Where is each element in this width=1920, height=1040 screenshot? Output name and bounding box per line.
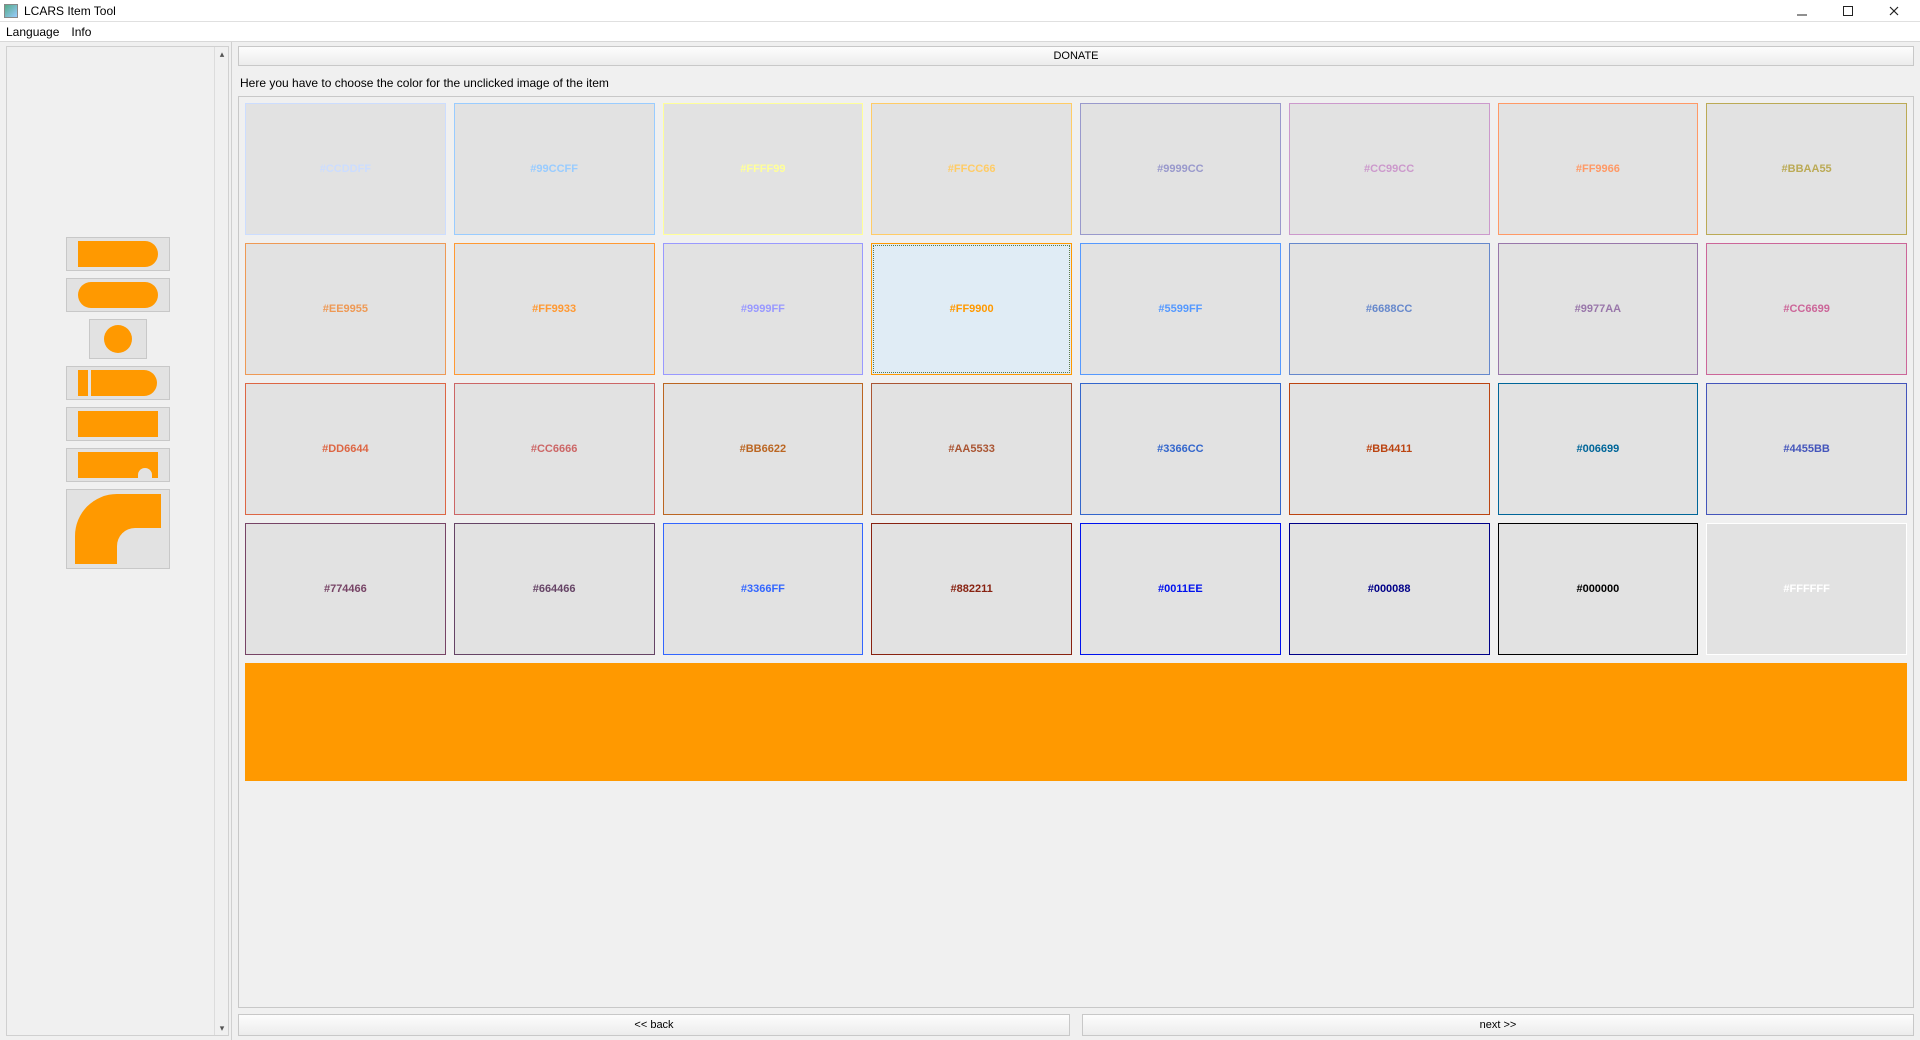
color-swatch[interactable]: #000000 xyxy=(1498,523,1699,655)
color-swatch[interactable]: #BB4411 xyxy=(1289,383,1490,515)
back-button[interactable]: << back xyxy=(238,1014,1070,1036)
color-swatch[interactable]: #CC6666 xyxy=(454,383,655,515)
color-preview xyxy=(245,663,1907,781)
sidebar: ▴ ▾ xyxy=(0,42,232,1040)
shape-list xyxy=(7,237,228,569)
shape-pill-full[interactable] xyxy=(66,278,170,312)
scroll-up-icon[interactable]: ▴ xyxy=(215,47,229,61)
instruction-text: Here you have to choose the color for th… xyxy=(238,72,1914,96)
main-content: DONATE Here you have to choose the color… xyxy=(232,42,1920,1040)
color-swatch[interactable]: #774466 xyxy=(245,523,446,655)
menubar: Language Info xyxy=(0,22,1920,42)
minimize-button[interactable] xyxy=(1788,2,1816,20)
shape-circle[interactable] xyxy=(89,319,147,359)
color-swatch[interactable]: #FF9900 xyxy=(871,243,1072,375)
shape-pill-right[interactable] xyxy=(66,237,170,271)
color-swatch[interactable]: #CCDDFF xyxy=(245,103,446,235)
color-swatch[interactable]: #9999CC xyxy=(1080,103,1281,235)
color-swatch[interactable]: #DD6644 xyxy=(245,383,446,515)
titlebar: LCARS Item Tool xyxy=(0,0,1920,22)
color-swatch[interactable]: #3366CC xyxy=(1080,383,1281,515)
shape-elbow[interactable] xyxy=(66,489,170,569)
color-swatch[interactable]: #9999FF xyxy=(663,243,864,375)
color-panel: #CCDDFF#99CCFF#FFFF99#FFCC66#9999CC#CC99… xyxy=(238,96,1914,1008)
sidebar-panel: ▴ ▾ xyxy=(6,46,229,1036)
color-swatch[interactable]: #EE9955 xyxy=(245,243,446,375)
app-icon xyxy=(4,4,18,18)
shape-split-pill[interactable] xyxy=(66,366,170,400)
nav-row: << back next >> xyxy=(238,1014,1914,1036)
close-button[interactable] xyxy=(1880,2,1908,20)
color-swatch[interactable]: #CC6699 xyxy=(1706,243,1907,375)
menu-language[interactable]: Language xyxy=(6,25,59,39)
sidebar-scrollbar[interactable]: ▴ ▾ xyxy=(214,47,228,1035)
color-swatch[interactable]: #BBAA55 xyxy=(1706,103,1907,235)
color-swatch[interactable]: #882211 xyxy=(871,523,1072,655)
color-swatch[interactable]: #AA5533 xyxy=(871,383,1072,515)
window-title: LCARS Item Tool xyxy=(24,4,116,18)
shape-rect[interactable] xyxy=(66,407,170,441)
shape-rect-notch[interactable] xyxy=(66,448,170,482)
color-swatch[interactable]: #3366FF xyxy=(663,523,864,655)
color-grid: #CCDDFF#99CCFF#FFFF99#FFCC66#9999CC#CC99… xyxy=(245,103,1907,655)
color-swatch[interactable]: #6688CC xyxy=(1289,243,1490,375)
color-swatch[interactable]: #006699 xyxy=(1498,383,1699,515)
maximize-button[interactable] xyxy=(1834,2,1862,20)
color-swatch[interactable]: #000088 xyxy=(1289,523,1490,655)
color-swatch[interactable]: #FFCC66 xyxy=(871,103,1072,235)
scroll-down-icon[interactable]: ▾ xyxy=(215,1021,229,1035)
window-controls xyxy=(1788,2,1916,20)
color-swatch[interactable]: #FFFFFF xyxy=(1706,523,1907,655)
color-swatch[interactable]: #0011EE xyxy=(1080,523,1281,655)
menu-info[interactable]: Info xyxy=(71,25,91,39)
color-swatch[interactable]: #FFFF99 xyxy=(663,103,864,235)
donate-button[interactable]: DONATE xyxy=(238,46,1914,66)
color-swatch[interactable]: #BB6622 xyxy=(663,383,864,515)
color-swatch[interactable]: #FF9933 xyxy=(454,243,655,375)
color-swatch[interactable]: #4455BB xyxy=(1706,383,1907,515)
color-swatch[interactable]: #CC99CC xyxy=(1289,103,1490,235)
color-swatch[interactable]: #664466 xyxy=(454,523,655,655)
color-swatch[interactable]: #FF9966 xyxy=(1498,103,1699,235)
color-swatch[interactable]: #5599FF xyxy=(1080,243,1281,375)
color-swatch[interactable]: #9977AA xyxy=(1498,243,1699,375)
next-button[interactable]: next >> xyxy=(1082,1014,1914,1036)
color-swatch[interactable]: #99CCFF xyxy=(454,103,655,235)
